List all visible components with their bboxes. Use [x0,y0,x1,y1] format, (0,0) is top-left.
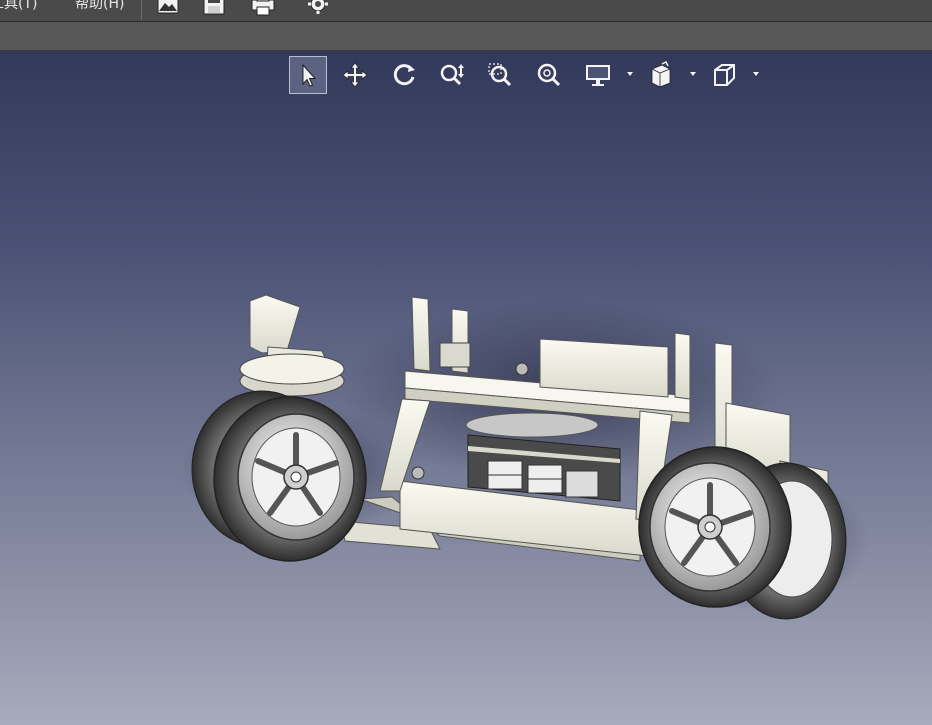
settings-icon [308,0,328,14]
export-image-icon [157,0,179,14]
robot-car-model[interactable] [0,51,932,725]
secondary-toolbar [0,22,932,51]
front-left-wheel [213,396,367,562]
print-icon [251,0,275,16]
rear-left-wheel [638,446,792,608]
print-button[interactable] [250,0,276,18]
menu-bar: 工具(T) 帮助(H) [0,0,932,22]
menu-tools[interactable]: 工具(T) [0,0,37,13]
save-icon [203,0,225,15]
export-image-button[interactable] [155,0,181,18]
settings-button[interactable] [305,0,331,18]
front-steering-mount [239,294,345,397]
menu-separator [141,0,142,20]
save-button[interactable] [201,0,227,18]
3d-viewport[interactable] [0,51,932,725]
menu-help[interactable]: 帮助(H) [75,0,124,13]
